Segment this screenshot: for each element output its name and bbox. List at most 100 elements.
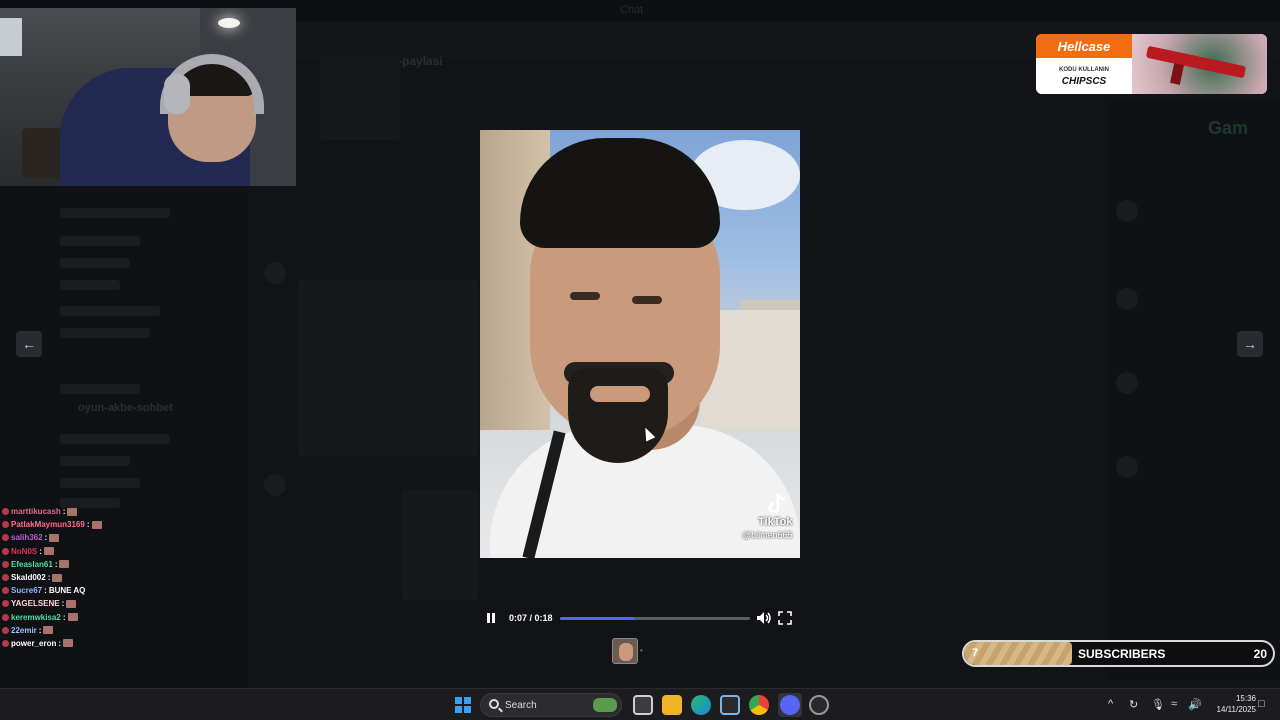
- previous-media-button[interactable]: ←: [16, 331, 42, 357]
- chat-badge-icon: [2, 587, 9, 595]
- chat-message-text: BUNE AQ: [48, 586, 86, 596]
- stream-chat-message: keremwkisa2 :: [2, 611, 252, 624]
- background-image: [298, 280, 478, 456]
- edge-browser-icon[interactable]: [691, 695, 711, 715]
- chat-badge-icon: [2, 534, 9, 542]
- background-avatar: [264, 262, 286, 284]
- chat-username: Sucre67: [11, 586, 43, 596]
- background-avatar: [1116, 456, 1138, 478]
- stream-chat-message: Efeaslan61 :: [2, 558, 252, 571]
- background-window-title: Chat: [620, 4, 644, 16]
- background-avatar: [1116, 288, 1138, 310]
- background-sidebar-item: [60, 434, 170, 444]
- microphone-icon[interactable]: 🎙: [1151, 698, 1165, 711]
- video-person-eye: [570, 292, 600, 300]
- headset-earcup: [164, 74, 190, 114]
- ad-text-panel: Hellcase KODU KULLANIN CHIPSCS: [1036, 34, 1132, 94]
- chat-separator: :: [47, 573, 51, 583]
- pause-button[interactable]: [484, 611, 498, 625]
- chat-separator: :: [44, 586, 47, 596]
- chat-emote-icon: [59, 560, 70, 569]
- chat-badge-icon: [2, 560, 9, 568]
- chat-badge-icon: [2, 626, 9, 634]
- taskbar-search-box[interactable]: Search: [480, 693, 622, 717]
- task-view-icon[interactable]: [633, 695, 653, 715]
- background-avatar: [264, 474, 286, 496]
- windows-start-icon[interactable]: [455, 697, 471, 713]
- stream-chat-message: PatlakMaymun3169 :: [2, 518, 252, 531]
- background-sidebar-item: [60, 306, 160, 316]
- volume-icon[interactable]: [756, 611, 772, 625]
- subscriber-label: SUBSCRIBERS: [1078, 647, 1166, 661]
- video-seek-progress: [560, 617, 635, 620]
- stream-chat-message: power_eron :: [2, 637, 252, 650]
- background-sidebar-item: [60, 280, 120, 290]
- video-seek-bar[interactable]: [560, 617, 750, 620]
- chat-username: keremwkisa2: [11, 612, 61, 622]
- chat-username: 22emir: [11, 625, 37, 635]
- video-person-mouth: [590, 386, 650, 402]
- background-sidebar-item: [60, 208, 170, 218]
- chat-separator: :: [54, 559, 58, 569]
- stream-chat-message: salih362 :: [2, 531, 252, 544]
- background-image: [402, 490, 478, 600]
- background-avatar: [1116, 200, 1138, 222]
- chat-separator: :: [62, 507, 66, 517]
- search-icon: [489, 699, 499, 709]
- sync-icon[interactable]: ↻: [1129, 698, 1138, 711]
- chat-badge-icon: [2, 600, 9, 608]
- chat-badge-icon: [2, 613, 9, 621]
- video-controls: 0:07 / 0:18: [480, 606, 800, 630]
- webcam-lamp: [218, 18, 240, 28]
- microsoft-store-icon[interactable]: [720, 695, 740, 715]
- wifi-icon[interactable]: ≈: [1171, 698, 1177, 710]
- chat-separator: :: [58, 638, 62, 648]
- chat-separator: :: [62, 612, 66, 622]
- media-thumbnail[interactable]: [612, 638, 638, 664]
- video-person-hair: [520, 138, 720, 248]
- chat-username: Efeaslan61: [11, 559, 53, 569]
- chat-emote-icon: [49, 533, 60, 542]
- tiktok-icon: [768, 493, 786, 514]
- chrome-icon[interactable]: [749, 695, 769, 715]
- stream-chat-message: Skald002 :: [2, 571, 252, 584]
- background-sidebar-item: [60, 478, 140, 488]
- video-time-display: 0:07 / 0:18: [509, 613, 553, 623]
- tiktok-username: @bilmen665: [742, 530, 793, 540]
- discord-icon[interactable]: [780, 695, 800, 715]
- file-explorer-icon[interactable]: [662, 695, 682, 715]
- chat-username: marttikucash: [11, 507, 61, 517]
- video-person-eye: [632, 296, 662, 304]
- stream-chat-message: YAGELSENE :: [2, 597, 252, 610]
- background-channel-item: oyun-akbe-sohbet: [78, 402, 173, 414]
- stream-chat-message: 22emir :: [2, 624, 252, 637]
- background-brand: Gam: [1208, 118, 1249, 138]
- chat-emote-icon: [66, 599, 77, 608]
- chat-emote-icon: [91, 520, 102, 529]
- chat-emote-icon: [43, 547, 54, 556]
- notification-icon[interactable]: □: [1258, 698, 1265, 710]
- chat-separator: :: [86, 520, 90, 530]
- chat-username: salih362: [11, 533, 43, 543]
- chat-separator: :: [44, 533, 48, 543]
- subscriber-goal: 20: [1253, 647, 1267, 661]
- chat-emote-icon: [67, 507, 78, 516]
- ad-rifle-image: [1132, 34, 1267, 94]
- next-media-button[interactable]: →: [1237, 331, 1263, 357]
- arrow-left-icon: ←: [22, 336, 36, 352]
- background-image: [320, 56, 400, 140]
- clock-date: 14/11/2025: [1216, 705, 1256, 714]
- taskbar-clock[interactable]: 15:36 14/11/2025: [1206, 693, 1256, 715]
- rifle-icon: [1145, 45, 1247, 79]
- thumbnail-more-icon: •: [640, 646, 643, 655]
- steam-icon[interactable]: [809, 695, 829, 715]
- speaker-icon[interactable]: 🔊: [1188, 698, 1202, 711]
- chat-separator: :: [61, 599, 65, 609]
- fullscreen-icon[interactable]: [778, 611, 792, 625]
- chat-emote-icon: [63, 639, 74, 648]
- stream-chat-message: NoN0S :: [2, 545, 252, 558]
- subscriber-goal-progress: [964, 642, 1073, 665]
- video-player[interactable]: TikTok @bilmen665: [480, 130, 800, 558]
- tray-overflow-icon[interactable]: ^: [1108, 698, 1113, 710]
- search-highlight-icon: [593, 698, 617, 712]
